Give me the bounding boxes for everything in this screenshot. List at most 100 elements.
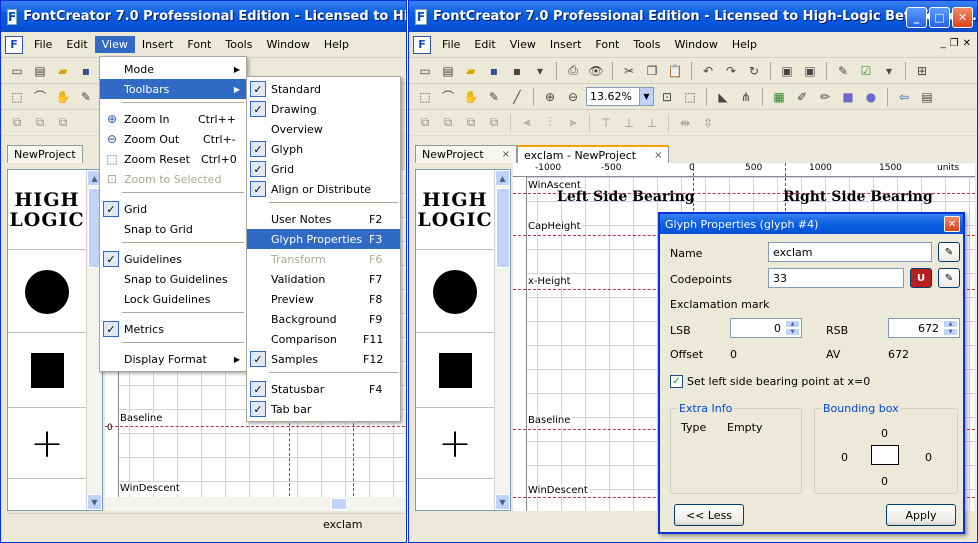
close-icon[interactable]: ✕ [952,7,973,28]
scroll-down-icon[interactable]: ▼ [495,494,510,510]
align-right-icon[interactable]: ⫸ [563,113,583,133]
align-icon-4[interactable]: ⧉ [484,113,504,133]
menu-edit[interactable]: Edit [59,36,94,53]
view-menu-grid[interactable]: ✓ Grid [100,199,246,219]
menu-tools[interactable]: Tools [218,36,259,53]
right-glyph-scrollbar[interactable]: ▲ ▼ [494,170,510,510]
document-icon[interactable]: F [5,35,23,54]
save-all-icon[interactable]: ▪ [507,61,527,81]
toolbar-user-notes[interactable]: User Notes F2 [247,209,400,229]
view-menu-snap-grid[interactable]: Snap to Grid [100,219,246,239]
align-top-icon[interactable]: ⊤ [596,113,616,133]
undo-icon[interactable]: ↶ [698,61,718,81]
print-icon[interactable]: ⎙ [563,61,583,81]
left-hscroll[interactable] [105,497,405,511]
name-input[interactable]: exclam [768,242,932,262]
lasso-icon[interactable]: ⌒ [30,87,50,107]
zoom-fit-icon[interactable]: ⊡ [657,87,677,107]
rectangle-icon[interactable]: ■ [838,87,858,107]
glyph-cell-plus[interactable]: + [8,409,86,479]
save-icon[interactable]: ▪ [76,61,96,81]
pointer-icon[interactable]: ◣ [713,87,733,107]
glyph-copy-icon[interactable]: ▣ [800,61,820,81]
hand-icon[interactable]: ✋ [53,87,73,107]
zoom-out-icon[interactable]: ⊖ [563,87,583,107]
menu-edit[interactable]: Edit [467,36,502,53]
view-menu-snap-guidelines[interactable]: Snap to Guidelines [100,269,246,289]
align-icon-2[interactable]: ⧉ [438,113,458,133]
toolbar-background[interactable]: Background F9 [247,309,400,329]
tab-newproject-left[interactable]: NewProject [7,145,83,163]
back-arrow-icon[interactable]: ⇦ [894,87,914,107]
view-menu-guidelines[interactable]: ✓ Guidelines [100,249,246,269]
align-icon-3[interactable]: ⧉ [53,113,73,133]
apply-button[interactable]: Apply [886,504,956,526]
scroll-up-icon[interactable]: ▲ [495,170,510,186]
lasso-icon[interactable]: ⌒ [438,87,458,107]
redo-icon[interactable]: ↷ [721,61,741,81]
mdi-close-icon[interactable]: ✕ [963,38,971,49]
menu-font[interactable]: Font [180,36,218,53]
toolbar-transform[interactable]: Transform F6 [247,249,400,269]
distribute-h-icon[interactable]: ⇹ [675,113,695,133]
maximize-icon[interactable]: □ [929,7,950,28]
glyph-cell-plus[interactable]: + [416,409,494,479]
image-icon[interactable]: ▦ [769,87,789,107]
scroll-thumb[interactable] [496,188,510,268]
right-title-bar[interactable]: F FontCreator 7.0 Professional Edition -… [409,1,977,32]
cut-icon[interactable]: ✂ [619,61,639,81]
toolbar-tabbar[interactable]: ✓ Tab bar [247,399,400,419]
glyph-insert-icon[interactable]: ▣ [777,61,797,81]
toolbar-align[interactable]: ✓ Align or Distribute [247,179,400,199]
glyph-cell-logo[interactable]: HIGH LOGIC [416,170,494,250]
toolbar-grid[interactable]: ✓ Grid [247,159,400,179]
toolbar-overview[interactable]: Overview [247,119,400,139]
tab-newproject[interactable]: NewProject × [415,145,518,163]
less-button[interactable]: << Less [674,504,744,526]
view-menu-display-format[interactable]: Display Format ▶ [100,349,246,369]
view-menu-zoom-selected[interactable]: ⊡ Zoom to Selected [100,169,246,189]
name-picker-icon[interactable]: ✎ [938,242,960,262]
tab-exclam[interactable]: exclam - NewProject × [517,145,670,163]
export-icon[interactable]: ▾ [530,61,550,81]
menu-window[interactable]: Window [667,36,724,53]
glyph-cell-logo[interactable]: HIGH LOGIC [8,170,86,250]
menu-window[interactable]: Window [259,36,316,53]
view-menu-zoom-out[interactable]: ⊖ Zoom Out Ctrl+- [100,129,246,149]
document-icon[interactable]: F [413,35,431,54]
menu-font[interactable]: Font [588,36,626,53]
view-menu-zoom-in[interactable]: ⊕ Zoom In Ctrl++ [100,109,246,129]
knife-icon[interactable]: ╱ [507,87,527,107]
view-menu-lock-guidelines[interactable]: Lock Guidelines [100,289,246,309]
menu-insert[interactable]: Insert [543,36,589,53]
menu-tools[interactable]: Tools [626,36,667,53]
brush-icon[interactable]: ✎ [833,61,853,81]
mdi-minimize-icon[interactable]: _ [941,38,946,49]
properties-icon[interactable]: ▤ [917,87,937,107]
minimize-icon[interactable]: _ [906,7,927,28]
refresh-icon[interactable]: ↻ [744,61,764,81]
menu-insert[interactable]: Insert [135,36,181,53]
align-icon-1[interactable]: ⧉ [7,113,27,133]
codepoints-input[interactable]: 33 [768,268,904,288]
align-middle-icon[interactable]: ⊥ [619,113,639,133]
toolbar-standard[interactable]: ✓ Standard [247,79,400,99]
zoom-in-icon[interactable]: ⊕ [540,87,560,107]
dialog-title-bar[interactable]: Glyph Properties (glyph #4) [660,214,963,234]
ellipse-icon[interactable]: ● [861,87,881,107]
menu-file[interactable]: File [435,36,467,53]
new-file-icon[interactable]: ▭ [7,61,27,81]
menu-view[interactable]: View [94,36,135,53]
tab-close-icon[interactable]: × [502,149,510,160]
tab-close-icon[interactable]: × [654,150,662,161]
toolbar-validation[interactable]: Validation F7 [247,269,400,289]
paste-icon[interactable]: 📋 [665,61,685,81]
glyph-cell-square[interactable] [416,334,494,408]
pen-icon[interactable]: ✎ [484,87,504,107]
pencil-icon[interactable]: ✏ [815,87,835,107]
align-icon-2[interactable]: ⧉ [30,113,50,133]
grid-icon[interactable]: ⊞ [912,61,932,81]
preview-icon[interactable]: ▾ [879,61,899,81]
dialog-close-icon[interactable]: ✕ [944,216,960,232]
glyph-cell-square[interactable] [8,334,86,408]
